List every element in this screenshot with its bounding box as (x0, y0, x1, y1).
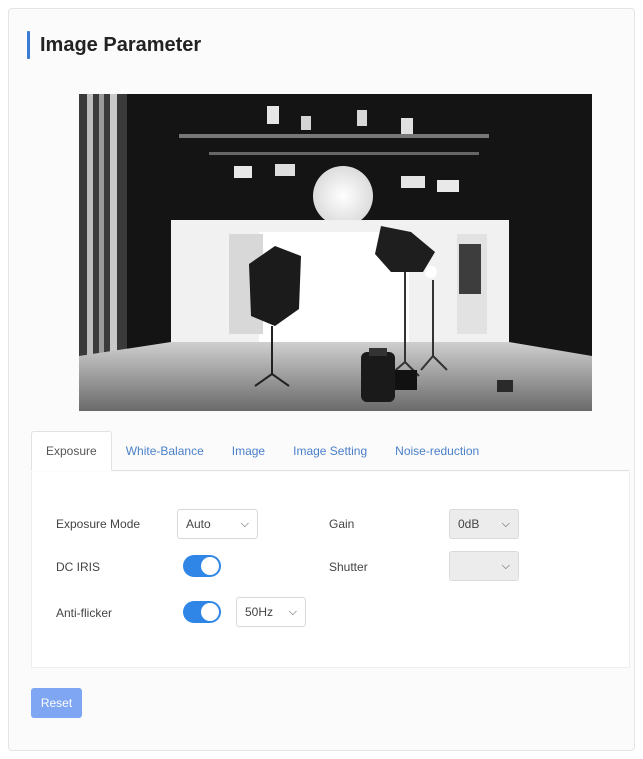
shutter-select[interactable]: ⌵ (449, 551, 519, 581)
title-bar: Image Parameter (27, 28, 201, 62)
anti-flicker-frequency-value: 50Hz (245, 605, 274, 619)
exposure-mode-select[interactable]: Auto ⌵ (177, 509, 258, 539)
tab-noise-reduction[interactable]: Noise-reduction (381, 432, 493, 470)
exposure-mode-label: Exposure Mode (56, 517, 141, 531)
chevron-down-icon: ⌵ (240, 518, 249, 530)
shutter-label: Shutter (329, 560, 368, 574)
title-accent-bar (27, 31, 30, 59)
dc-iris-toggle[interactable] (183, 555, 221, 577)
tab-bar: Exposure White-Balance Image Image Setti… (31, 430, 630, 471)
exposure-panel: Exposure Mode Auto ⌵ DC IRIS Anti-flicke… (31, 472, 630, 668)
gain-value: 0dB (458, 517, 480, 531)
anti-flicker-label: Anti-flicker (56, 606, 113, 620)
tab-image[interactable]: Image (218, 432, 279, 470)
gain-label: Gain (329, 517, 355, 531)
exposure-mode-value: Auto (186, 517, 211, 531)
toggle-knob (201, 557, 219, 575)
tab-exposure[interactable]: Exposure (31, 431, 112, 471)
chevron-down-icon: ⌵ (501, 560, 510, 572)
tab-white-balance[interactable]: White-Balance (112, 432, 218, 470)
toggle-knob (201, 603, 219, 621)
reset-button[interactable]: Reset (31, 688, 82, 718)
anti-flicker-toggle[interactable] (183, 601, 221, 623)
tab-image-setting[interactable]: Image Setting (279, 432, 381, 470)
camera-preview-image (79, 94, 592, 411)
gain-select[interactable]: 0dB ⌵ (449, 509, 519, 539)
anti-flicker-frequency-select[interactable]: 50Hz ⌵ (236, 597, 306, 627)
page-title: Image Parameter (40, 33, 202, 56)
studio-scene-illustration (79, 94, 592, 411)
dc-iris-label: DC IRIS (56, 560, 101, 574)
chevron-down-icon: ⌵ (501, 518, 510, 530)
chevron-down-icon: ⌵ (288, 606, 297, 618)
